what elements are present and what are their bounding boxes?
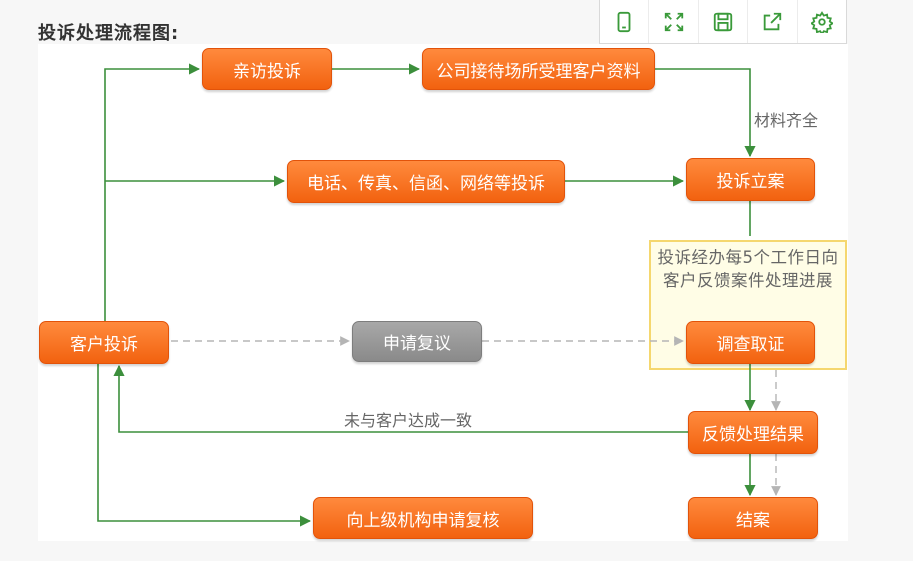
closure-node: 结案: [688, 497, 818, 539]
page-title: 投诉处理流程图:: [38, 23, 180, 44]
share-icon: [764, 12, 782, 30]
settings-icon: [810, 10, 833, 33]
escalation-node: 向上级机构申请复核: [313, 497, 533, 539]
remote-complaint-node: 电话、传真、信函、网络等投诉: [287, 160, 565, 203]
fullscreen-icon: [664, 12, 683, 31]
feedback-node: 反馈处理结果: [688, 411, 818, 454]
connectors: [97, 63, 781, 527]
save-icon: [713, 12, 733, 31]
edge-reception-to-filing: [655, 68, 756, 158]
visit-complaint-node: 亲访投诉: [202, 48, 332, 90]
edge-to-escalation: [97, 364, 312, 527]
materials-complete-label: 材料齐全: [754, 111, 819, 130]
investigation-node: 调查取证: [686, 321, 815, 364]
flowchart-canvas: 客户投诉 亲访投诉 公司接待场所受理客户资料 电话、传真、信函、网络等投诉 投诉…: [38, 44, 848, 541]
tablet-view-button[interactable]: [600, 0, 650, 43]
no-agreement-label: 未与客户达成一致: [344, 411, 473, 430]
share-button[interactable]: [748, 0, 798, 43]
progress-note-text: 投诉经办每5个工作日向客户反馈案件处理进展: [657, 248, 839, 290]
fullscreen-button[interactable]: [649, 0, 699, 43]
customer-complaint-node: 客户投诉: [39, 321, 169, 364]
toolbar: [599, 0, 847, 44]
settings-button[interactable]: [798, 0, 846, 43]
filing-node: 投诉立案: [686, 158, 815, 201]
edge-to-visit: [104, 63, 201, 321]
review-request-node: 申请复议: [352, 321, 482, 362]
save-button[interactable]: [699, 0, 749, 43]
tablet-icon: [617, 11, 631, 32]
reception-docs-node: 公司接待场所受理客户资料: [422, 48, 655, 90]
